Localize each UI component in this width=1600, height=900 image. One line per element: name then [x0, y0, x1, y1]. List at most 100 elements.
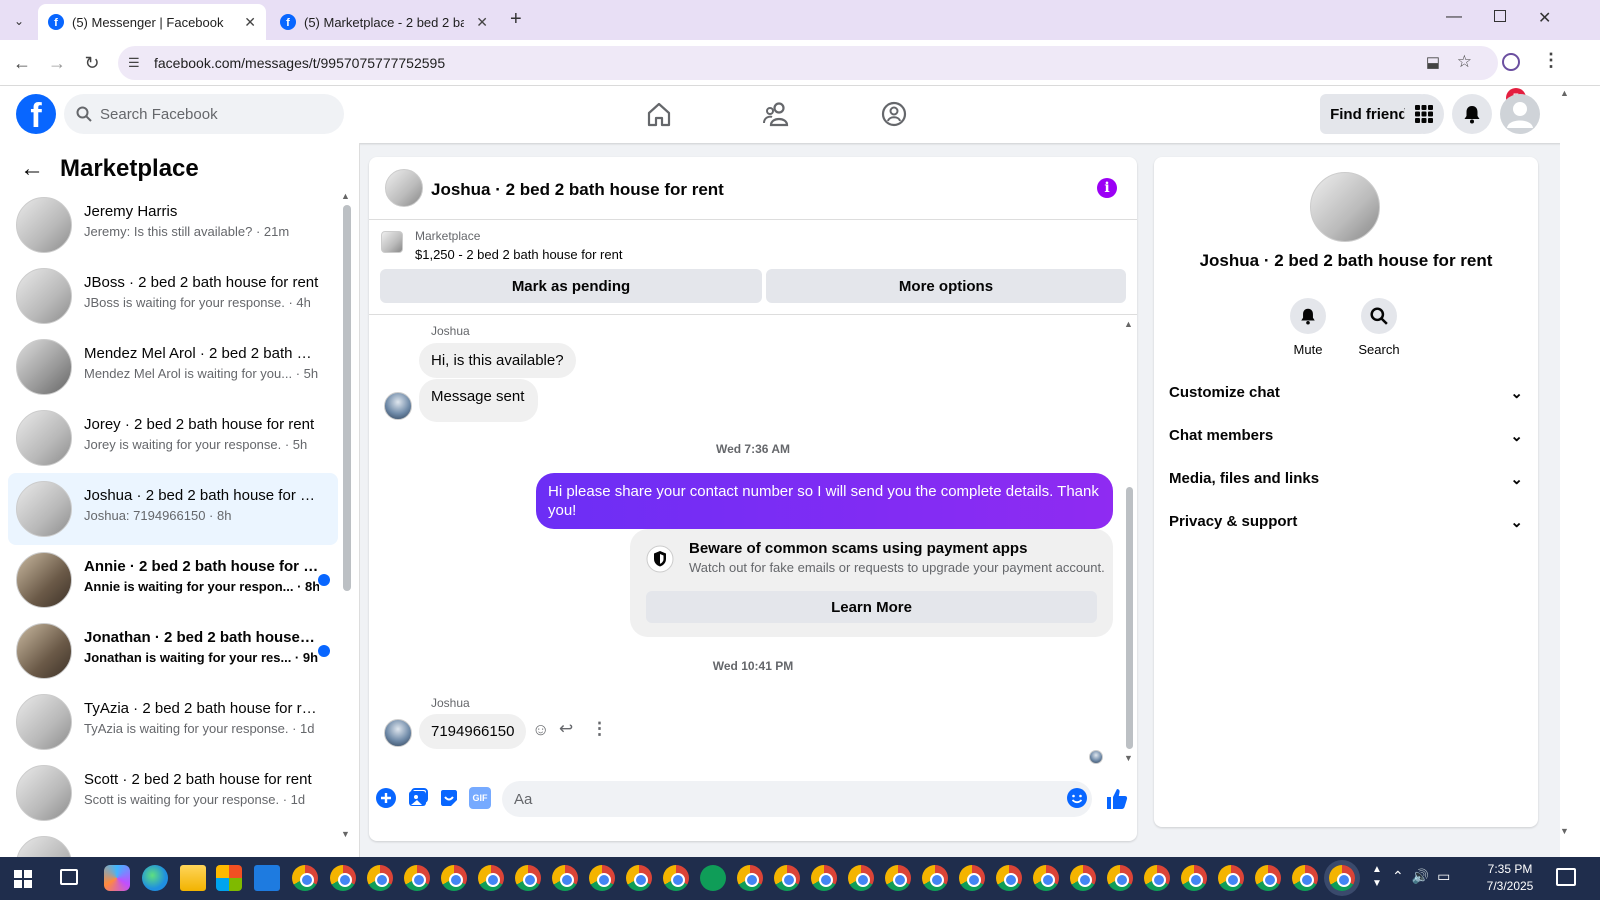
close-tab-icon[interactable]: ✕: [244, 14, 256, 31]
page-scroll-down-arrow[interactable]: ▼: [1560, 826, 1569, 836]
gif-icon[interactable]: GIF: [469, 787, 491, 809]
install-app-icon[interactable]: ⬓: [1426, 53, 1440, 71]
conversation-item[interactable]: [8, 828, 338, 857]
page-scrollbar[interactable]: ▲ ▼: [1560, 86, 1600, 857]
mail-icon[interactable]: [254, 865, 280, 891]
menu-button[interactable]: [1404, 94, 1444, 134]
chrome-icon[interactable]: [478, 865, 504, 891]
conversation-item[interactable]: Jeremy Harris Jeremy: Is this still avai…: [8, 189, 338, 261]
chrome-icon[interactable]: [404, 865, 430, 891]
conversation-item[interactable]: Jonathan · 2 bed 2 bath house for rent J…: [8, 615, 338, 687]
conversation-item[interactable]: JBoss · 2 bed 2 bath house for rent JBos…: [8, 260, 338, 332]
chrome-icon[interactable]: [330, 865, 356, 891]
chrome-icon[interactable]: [1033, 865, 1059, 891]
customize-chat-section[interactable]: Customize chat ⌄: [1169, 371, 1523, 414]
scroll-down-arrow[interactable]: ▼: [341, 829, 350, 839]
chrome-icon[interactable]: [1292, 865, 1318, 891]
chrome-icon[interactable]: [663, 865, 689, 891]
chrome-icon[interactable]: [441, 865, 467, 891]
conversation-item[interactable]: Mendez Mel Arol · 2 bed 2 bath house for…: [8, 331, 338, 403]
privacy-support-section[interactable]: Privacy & support ⌄: [1169, 500, 1523, 543]
store-icon[interactable]: [216, 865, 242, 891]
conversation-item[interactable]: Scott · 2 bed 2 bath house for rent Scot…: [8, 757, 338, 829]
message-input[interactable]: Aa: [502, 781, 1092, 817]
chat-scroll-down-arrow[interactable]: ▼: [1124, 753, 1133, 763]
search-input[interactable]: Search Facebook: [64, 94, 344, 134]
bookmark-star-icon[interactable]: ☆: [1457, 52, 1472, 72]
reply-icon[interactable]: ↩: [559, 719, 573, 739]
friends-icon[interactable]: [761, 98, 793, 130]
home-icon[interactable]: [643, 98, 675, 130]
sender-avatar[interactable]: [384, 392, 412, 420]
incoming-message[interactable]: Message sent: [419, 379, 539, 422]
incoming-message[interactable]: 7194966150: [419, 714, 527, 749]
page-scroll-up-arrow[interactable]: ▲: [1560, 88, 1569, 98]
chrome-icon[interactable]: [959, 865, 985, 891]
chrome-icon[interactable]: [885, 865, 911, 891]
site-info-icon[interactable]: ☰: [128, 55, 140, 71]
chat-avatar[interactable]: [385, 169, 423, 207]
chrome-icon[interactable]: [626, 865, 652, 891]
conversation-item[interactable]: Jorey · 2 bed 2 bath house for rent Jore…: [8, 402, 338, 474]
chrome-icon[interactable]: [922, 865, 948, 891]
chrome-icon[interactable]: [811, 865, 837, 891]
chrome-icon[interactable]: [1144, 865, 1170, 891]
tab-list-button[interactable]: ⌄: [8, 10, 30, 32]
chrome-icon[interactable]: [1181, 865, 1207, 891]
chat-members-section[interactable]: Chat members ⌄: [1169, 414, 1523, 457]
chrome-icon[interactable]: [292, 865, 318, 891]
chrome-icon[interactable]: [737, 865, 763, 891]
notifications-button[interactable]: [1452, 94, 1492, 134]
mark-as-pending-button[interactable]: Mark as pending: [380, 269, 762, 303]
sticker-icon[interactable]: [438, 787, 460, 809]
task-view-icon[interactable]: [60, 869, 78, 885]
incoming-message[interactable]: Hi, is this available?: [419, 343, 576, 378]
file-explorer-icon[interactable]: [180, 865, 206, 891]
chrome-icon[interactable]: [1255, 865, 1281, 891]
conversation-item-selected[interactable]: Joshua · 2 bed 2 bath house for rent Jos…: [8, 473, 338, 545]
chat-title[interactable]: Joshua · 2 bed 2 bath house for rent: [431, 180, 724, 200]
reload-icon[interactable]: ↻: [80, 51, 104, 75]
forward-icon[interactable]: →: [45, 51, 69, 75]
react-icon[interactable]: ☺: [532, 720, 549, 740]
search-conversation-button[interactable]: Search: [1349, 298, 1409, 357]
chrome-icon[interactable]: [1218, 865, 1244, 891]
listing-price-title[interactable]: $1,250 - 2 bed 2 bath house for rent: [415, 247, 622, 262]
chat-scrollbar[interactable]: [1126, 487, 1133, 749]
chrome-icon[interactable]: [774, 865, 800, 891]
account-avatar[interactable]: [1500, 94, 1540, 134]
chrome-icon[interactable]: [996, 865, 1022, 891]
conversation-list-scrollbar[interactable]: [343, 205, 351, 591]
info-icon[interactable]: i: [1097, 178, 1117, 198]
outgoing-message[interactable]: Hi please share your contact number so I…: [536, 473, 1113, 529]
add-plus-icon[interactable]: [375, 787, 397, 809]
chrome-icon[interactable]: [367, 865, 393, 891]
chrome-icon[interactable]: [1107, 865, 1133, 891]
close-window-button[interactable]: ✕: [1538, 8, 1551, 28]
system-tray-icons[interactable]: ⌃🔊▭: [1392, 868, 1458, 885]
chrome-icon[interactable]: [552, 865, 578, 891]
chrome-icon[interactable]: [515, 865, 541, 891]
notification-center-icon[interactable]: [1556, 868, 1576, 886]
chat-scroll-up-arrow[interactable]: ▲: [1124, 319, 1133, 329]
chrome-icon[interactable]: [848, 865, 874, 891]
browser-menu-icon[interactable]: ⋮: [1542, 50, 1560, 71]
back-icon[interactable]: ←: [10, 51, 34, 75]
profile-icon[interactable]: [1502, 53, 1520, 71]
windows-start-icon[interactable]: [14, 870, 32, 888]
back-arrow-icon[interactable]: ←: [20, 155, 44, 183]
learn-more-button[interactable]: Learn More: [646, 591, 1097, 623]
chrome-icon[interactable]: [589, 865, 615, 891]
close-tab-icon[interactable]: ✕: [476, 14, 488, 31]
new-tab-button[interactable]: +: [510, 8, 522, 31]
maximize-window-button[interactable]: [1494, 10, 1506, 22]
taskbar-overflow-icon[interactable]: ▲ ▼: [1372, 863, 1382, 891]
more-options-button[interactable]: More options: [766, 269, 1126, 303]
edge-icon[interactable]: [142, 865, 168, 891]
chrome-icon[interactable]: [1070, 865, 1096, 891]
photo-icon[interactable]: [407, 787, 429, 809]
copilot-icon[interactable]: [104, 865, 130, 891]
scroll-up-arrow[interactable]: ▲: [341, 191, 350, 201]
thumbs-up-icon[interactable]: [1105, 787, 1129, 811]
sender-avatar[interactable]: [384, 719, 412, 747]
